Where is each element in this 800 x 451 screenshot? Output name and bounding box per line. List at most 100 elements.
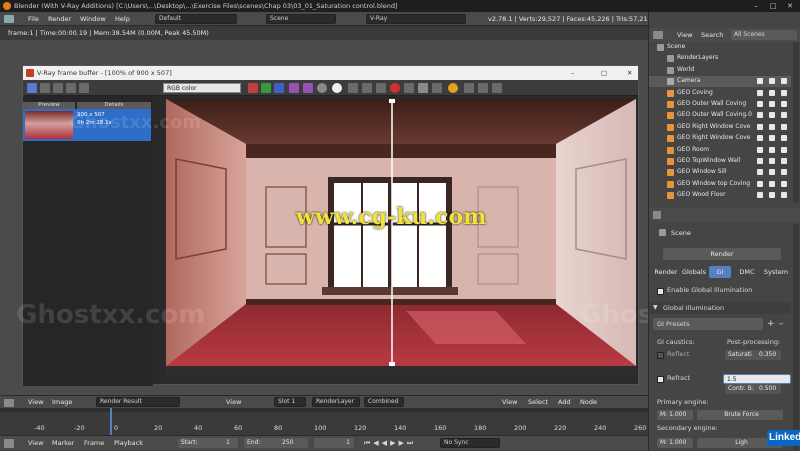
- menu-window[interactable]: Window: [80, 12, 106, 26]
- outliner-scrollbar[interactable]: [793, 42, 799, 202]
- outliner-item[interactable]: GEO Wood Floor: [649, 190, 791, 201]
- remove-preset-button[interactable]: –: [779, 318, 784, 330]
- camera-render-icon[interactable]: [781, 135, 787, 142]
- render-image[interactable]: [166, 99, 636, 366]
- timeline-editor-icon[interactable]: [4, 439, 14, 448]
- red-channel-icon[interactable]: [248, 83, 258, 93]
- render-engine-selector[interactable]: V-Ray: [366, 14, 466, 24]
- tl-menu-playback[interactable]: Playback: [114, 436, 143, 451]
- outliner-item[interactable]: GEO Outer Wall Coving.0: [649, 110, 791, 121]
- outliner-item[interactable]: GEO TopWindow Wall: [649, 156, 791, 167]
- mono-icon[interactable]: [303, 83, 313, 93]
- end-frame-field[interactable]: End: 250: [244, 438, 308, 448]
- render-button[interactable]: Render: [663, 248, 781, 260]
- cursor-icon[interactable]: [769, 180, 775, 187]
- eye-icon[interactable]: [757, 192, 763, 199]
- timeline[interactable]: -40 -20 0 20 40 60 80 100 120 140 160 180 200 220 240 2…: [0, 408, 648, 435]
- image-editor-icon[interactable]: [4, 399, 14, 407]
- cursor-icon[interactable]: [769, 158, 775, 164]
- eye-icon[interactable]: [757, 123, 763, 130]
- camera-render-icon[interactable]: [781, 146, 787, 153]
- menu-help[interactable]: Help: [115, 12, 130, 26]
- eye-icon[interactable]: [757, 169, 763, 176]
- eye-icon[interactable]: [757, 101, 763, 107]
- render-result-select[interactable]: Render Result: [96, 397, 180, 407]
- start-frame-field[interactable]: Start: 1: [178, 438, 238, 448]
- outliner-item[interactable]: GEO Outer Wall Coving: [649, 99, 791, 110]
- track-mouse-icon[interactable]: [362, 83, 372, 93]
- enable-gi-checkbox[interactable]: [657, 288, 664, 295]
- outliner-search-menu[interactable]: Search: [701, 28, 723, 42]
- outliner-item[interactable]: GEO Window Sill: [649, 167, 791, 178]
- save-icon[interactable]: [40, 83, 50, 93]
- link-icon[interactable]: [376, 83, 386, 93]
- add-preset-button[interactable]: +: [767, 318, 775, 330]
- outliner-editor-icon[interactable]: [653, 31, 663, 39]
- tab-render[interactable]: Render: [653, 266, 679, 278]
- saturation-field[interactable]: Saturati 0.350: [725, 350, 781, 360]
- contrast-base-field[interactable]: Contr. B: 0.500: [725, 384, 781, 394]
- tl-menu-frame[interactable]: Frame: [84, 436, 104, 451]
- ab-compare-icon[interactable]: [418, 83, 428, 93]
- info-editor-icon[interactable]: [4, 15, 14, 23]
- outliner-item[interactable]: World: [649, 65, 791, 76]
- reflect-checkbox[interactable]: [657, 352, 664, 359]
- copy-icon[interactable]: [79, 83, 89, 93]
- tab-system[interactable]: System: [761, 266, 791, 278]
- vfb-minimize-button[interactable]: –: [571, 66, 574, 80]
- camera-render-icon[interactable]: [781, 101, 787, 107]
- eye-icon[interactable]: [757, 78, 763, 85]
- eye-icon[interactable]: [757, 158, 763, 164]
- playback-controls[interactable]: ⏮◀◀▶▶⏭: [364, 436, 416, 451]
- contrast-field[interactable]: 1.5: [723, 374, 791, 384]
- interactive-icon[interactable]: [464, 83, 474, 93]
- close-button[interactable]: ✕: [782, 0, 798, 12]
- eye-icon[interactable]: [757, 112, 763, 119]
- gi-presets-menu[interactable]: GI Presets: [653, 318, 763, 330]
- outliner-item[interactable]: GEO Coving: [649, 88, 791, 99]
- outliner-item[interactable]: GEO Window top Coving: [649, 179, 791, 190]
- tab-globals[interactable]: Globals: [679, 266, 709, 278]
- camera-render-icon[interactable]: [781, 169, 787, 176]
- pass-select[interactable]: Combined: [364, 397, 404, 407]
- region-icon[interactable]: [348, 83, 358, 93]
- outliner-item[interactable]: GEO Room: [649, 145, 791, 156]
- cursor-icon[interactable]: [769, 89, 775, 96]
- render-icon[interactable]: [448, 83, 458, 93]
- sync-select[interactable]: No Sync: [440, 438, 500, 448]
- compare-icon[interactable]: [404, 83, 414, 93]
- layout-selector[interactable]: Default: [155, 14, 237, 24]
- vfb-maximize-button[interactable]: □: [601, 66, 607, 80]
- green-channel-icon[interactable]: [261, 83, 271, 93]
- cursor-icon[interactable]: [769, 192, 775, 199]
- gi-panel-header[interactable]: ▼ Global Illumination: [649, 302, 791, 314]
- maximize-button[interactable]: □: [765, 0, 781, 12]
- load-icon[interactable]: [53, 83, 63, 93]
- outliner-item[interactable]: Scene: [649, 42, 791, 53]
- slot-select[interactable]: Slot 1: [274, 397, 306, 407]
- eye-icon[interactable]: [757, 135, 763, 142]
- secondary-multiplier[interactable]: M: 1.000: [657, 438, 693, 448]
- tab-gi[interactable]: GI: [709, 266, 731, 278]
- outliner-item[interactable]: GEO Right Window Cove: [649, 122, 791, 133]
- channel-select[interactable]: RGB color: [163, 83, 241, 93]
- lens-effects-icon[interactable]: [332, 83, 342, 93]
- properties-editor-icon[interactable]: [653, 211, 661, 219]
- minimize-button[interactable]: –: [748, 0, 764, 12]
- cursor-icon[interactable]: [769, 169, 775, 176]
- properties-scrollbar[interactable]: [793, 224, 799, 450]
- menu-file[interactable]: File: [28, 12, 39, 26]
- vfb-close-button[interactable]: ✕: [627, 66, 632, 80]
- cursor-icon[interactable]: [769, 146, 775, 153]
- camera-render-icon[interactable]: [781, 158, 787, 164]
- refract-checkbox[interactable]: [657, 376, 664, 383]
- eye-icon[interactable]: [757, 146, 763, 153]
- outliner-item[interactable]: RenderLayers: [649, 53, 791, 64]
- tl-menu-marker[interactable]: Marker: [52, 436, 74, 451]
- renderlayer-select[interactable]: RenderLayer: [312, 397, 360, 407]
- alpha-icon[interactable]: [289, 83, 299, 93]
- menu-render[interactable]: Render: [48, 12, 71, 26]
- bucket-icon[interactable]: [478, 83, 488, 93]
- history-icon[interactable]: [27, 83, 37, 93]
- settings-icon[interactable]: [492, 83, 502, 93]
